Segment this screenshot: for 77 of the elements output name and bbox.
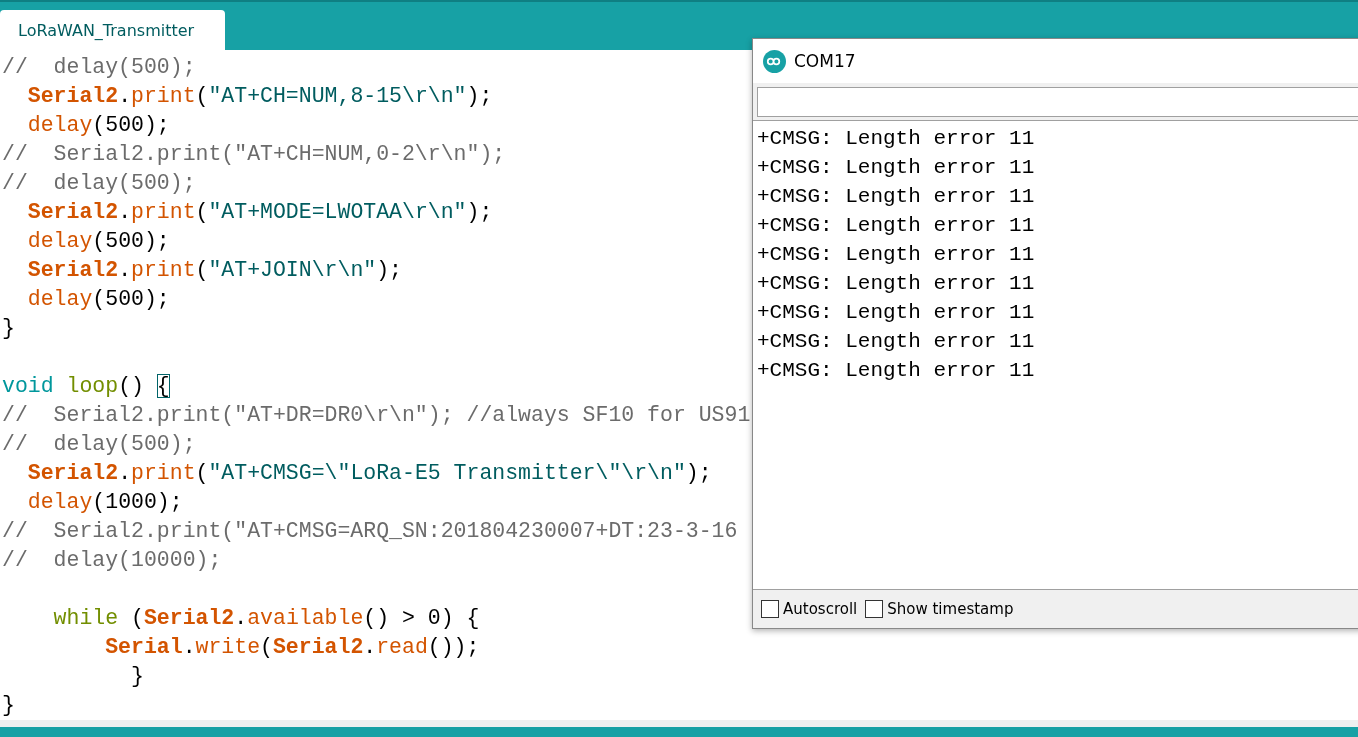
code-function: read (376, 635, 428, 659)
code-object: Serial (104, 635, 183, 659)
code-text: . (363, 635, 377, 659)
code-object: Serial2 (272, 635, 364, 659)
code-object: Serial2 (26, 258, 119, 282)
serial-output-line: +CMSG: Length error 11 (757, 184, 1036, 210)
checkbox[interactable] (865, 600, 884, 618)
file-tab[interactable]: LoRaWAN_Transmitter (0, 10, 225, 50)
code-text: . (118, 200, 132, 224)
serial-output-line: +CMSG: Length error 11 (757, 242, 1036, 268)
code-function: write (195, 635, 261, 659)
send-input-field[interactable] (757, 87, 1358, 117)
serial-output-line: +CMSG: Length error 11 (757, 300, 1036, 326)
matched-bracket: { (156, 374, 170, 398)
code-string: "AT+JOIN\r\n" (208, 258, 377, 282)
serial-output-line: +CMSG: Length error 11 (757, 329, 1036, 355)
code-comment: // Serial2.print("AT+DR=DR0\r\n"); //always SF10 for US91 (2, 403, 751, 427)
code-text: (1000); (92, 490, 183, 514)
code-text: ); (466, 84, 493, 108)
infinity-logo-icon (763, 49, 786, 73)
code-text: ( (130, 606, 144, 630)
code-function: delay (26, 229, 93, 253)
code-comment: // delay(500); (2, 55, 196, 79)
code-text: () > 0) { (363, 606, 480, 630)
code-function: print (131, 200, 196, 224)
checkbox-label[interactable]: Show timestamp (887, 600, 1014, 618)
code-function: available (247, 606, 364, 630)
serial-output-line: +CMSG: Length error 11 (757, 213, 1036, 239)
code-string: "AT+CH=NUM,8-15\r\n" (208, 84, 467, 108)
code-text: (500); (92, 287, 170, 311)
code-comment: // delay(500); (2, 171, 196, 195)
code-keyword: void (2, 374, 54, 398)
code-object: Serial2 (26, 461, 119, 485)
serial-output-line: +CMSG: Length error 11 (757, 126, 1036, 152)
code-text: (500); (92, 229, 170, 253)
code-text: ); (376, 258, 402, 282)
code-text: ); (685, 461, 712, 485)
serial-output-line: +CMSG: Length error 11 (757, 271, 1036, 297)
code-text: ); (466, 200, 493, 224)
code-keyword: loop (65, 374, 119, 398)
code-text: () (118, 374, 145, 398)
code-text: ( (195, 461, 209, 485)
code-text: ( (195, 258, 209, 282)
code-string: "AT+CMSG=\"LoRa-E5 Transmitter\"\r\n" (208, 461, 686, 485)
serial-output-line: +CMSG: Length error 11 (757, 155, 1036, 181)
code-text: ()); (427, 635, 480, 659)
code-function: print (131, 84, 196, 108)
code-text: . (118, 84, 132, 108)
code-text: } (130, 664, 144, 688)
code-text: . (118, 258, 132, 282)
code-function: print (131, 258, 196, 282)
code-text: . (234, 606, 248, 630)
code-string: "AT+MODE=LWOTAA\r\n" (208, 200, 467, 224)
code-function: delay (26, 113, 93, 137)
code-text: ( (260, 635, 273, 659)
code-comment: // delay(10000); (2, 548, 222, 572)
code-function: delay (26, 287, 93, 311)
code-text: . (118, 461, 132, 485)
code-text: } (2, 693, 15, 717)
code-comment: // Serial2.print("AT+CMSG=ARQ_SN:201804230007+DT:23-3-16 (2, 519, 738, 543)
code-comment: // Serial2.print("AT+CH=NUM,0-2\r\n"); (2, 142, 506, 166)
serial-output-line: +CMSG: Length error 11 (757, 358, 1036, 384)
checkbox-label[interactable]: Autoscroll (783, 600, 858, 618)
code-object: Serial2 (26, 200, 119, 224)
code-text: ( (195, 84, 209, 108)
code-text: ( (195, 200, 209, 224)
code-function: print (131, 461, 196, 485)
code-comment: // delay(500); (2, 432, 196, 456)
window-title: COM17 (794, 51, 856, 71)
code-text: . (182, 635, 196, 659)
code-text: (500); (92, 113, 170, 137)
code-object: Serial2 (26, 84, 119, 108)
code-object: Serial2 (143, 606, 235, 630)
code-text: } (2, 316, 15, 340)
code-keyword: while (52, 606, 119, 630)
code-function: delay (26, 490, 93, 514)
checkbox[interactable] (761, 600, 779, 618)
